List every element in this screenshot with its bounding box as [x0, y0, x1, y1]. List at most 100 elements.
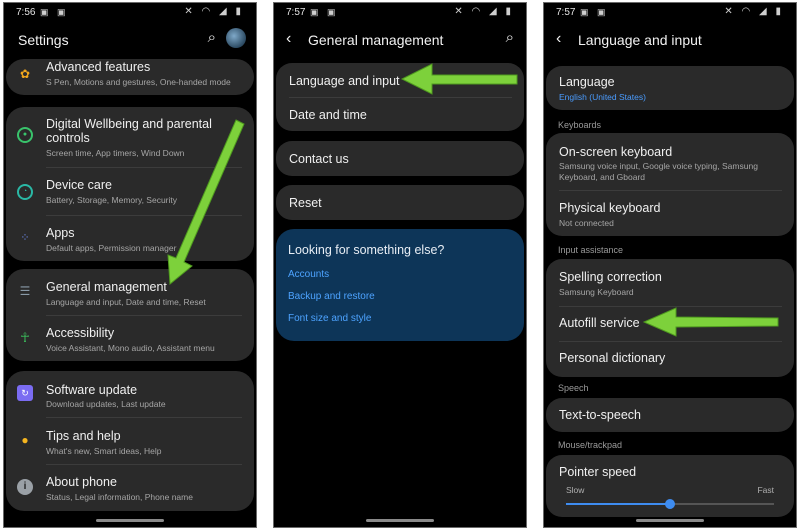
general-item-label: Reset	[289, 196, 322, 210]
settings-item-title: Digital Wellbeing and parental	[46, 117, 212, 131]
general-item-language-input[interactable]: Language and input	[276, 63, 524, 97]
settings-item-advanced-features[interactable]: ✿ Advanced features S Pen, Motions and g…	[6, 59, 254, 95]
app-bar: ‹ Language and input	[544, 25, 796, 55]
link-backup-restore[interactable]: Backup and restore	[288, 291, 375, 302]
settings-item-subtitle: Screen time, App timers, Wind Down	[46, 148, 185, 158]
settings-card-about: ↻ Software update Download updates, Last…	[6, 371, 254, 511]
item-subtitle: Samsung voice input, Google voice typing…	[559, 161, 758, 171]
item-title: Text-to-speech	[559, 408, 641, 422]
settings-item-subtitle: Language and input, Date and time, Reset	[46, 297, 206, 307]
status-bar: 7:57 ▣ ▣ ✕ ◠ ◢ ▮	[274, 3, 526, 23]
looking-heading: Looking for something else?	[288, 243, 445, 257]
slider-slow-label: Slow	[566, 485, 585, 495]
settings-screen: 7:56 ▣ ▣ ✕ ◠ ◢ ▮ Settings ⌕ ✿ Advanced f…	[3, 2, 257, 528]
bulb-icon: ●	[21, 433, 29, 447]
item-personal-dictionary[interactable]: Personal dictionary	[546, 342, 794, 377]
status-bar: 7:56 ▣ ▣ ✕ ◠ ◢ ▮	[4, 3, 256, 23]
avatar[interactable]	[226, 28, 246, 48]
section-keyboards: Keyboards	[558, 120, 602, 130]
item-subtitle: Not connected	[559, 218, 614, 228]
accessibility-icon: ☥	[20, 330, 30, 345]
settings-item-about-phone[interactable]: i About phone Status, Legal information,…	[6, 465, 254, 511]
device-care-icon: ◔	[17, 184, 33, 200]
info-icon: i	[17, 479, 33, 495]
search-icon[interactable]: ⌕	[208, 29, 216, 46]
settings-item-subtitle: Voice Assistant, Mono audio, Assistant m…	[46, 343, 215, 353]
settings-item-title-line2: controls	[46, 131, 90, 145]
looking-for-something-card: Looking for something else? Accounts Bac…	[276, 229, 524, 341]
slider-fast-label: Fast	[757, 485, 774, 495]
pointer-speed-title: Pointer speed	[559, 465, 637, 479]
app-bar: ‹ General management ⌕	[274, 25, 526, 55]
notification-icons: ▣ ▣	[40, 7, 69, 17]
item-title: Spelling correction	[559, 270, 662, 284]
settings-item-accessibility[interactable]: ☥ Accessibility Voice Assistant, Mono au…	[6, 316, 254, 361]
section-input-assistance: Input assistance	[558, 245, 624, 255]
settings-item-title: Tips and help	[46, 429, 121, 443]
settings-item-subtitle: Default apps, Permission manager	[46, 243, 177, 253]
settings-item-general-management[interactable]: ☰ General management Language and input,…	[6, 269, 254, 315]
section-mouse-trackpad: Mouse/trackpad	[558, 440, 623, 450]
settings-item-device-care[interactable]: ◔ Device care Battery, Storage, Memory, …	[6, 168, 254, 214]
settings-item-title: General management	[46, 280, 167, 294]
pointer-speed-slider[interactable]	[566, 499, 774, 509]
item-autofill-service[interactable]: Autofill service	[546, 307, 794, 341]
wellbeing-icon: ●	[17, 127, 33, 143]
general-item-label: Date and time	[289, 108, 367, 122]
home-indicator[interactable]	[366, 519, 434, 522]
status-time: 7:57	[556, 7, 576, 18]
slider-handle[interactable]	[665, 499, 675, 509]
item-physical-keyboard[interactable]: Physical keyboard Not connected	[546, 191, 794, 236]
notification-icons: ▣ ▣	[580, 7, 609, 17]
settings-item-subtitle: Download updates, Last update	[46, 399, 166, 409]
link-accounts[interactable]: Accounts	[288, 269, 329, 280]
status-bar: 7:57 ▣ ▣ ✕ ◠ ◢ ▮	[544, 3, 796, 23]
app-bar: Settings ⌕	[4, 25, 256, 55]
status-time: 7:57	[286, 7, 306, 18]
system-status-icons: ✕ ◠ ◢ ▮	[454, 6, 514, 17]
back-arrow-icon[interactable]: ‹	[556, 30, 561, 48]
input-assistance-card: Spelling correction Samsung Keyboard Aut…	[546, 259, 794, 377]
item-subtitle: Samsung Keyboard	[559, 287, 634, 297]
settings-item-software-update[interactable]: ↻ Software update Download updates, Last…	[6, 371, 254, 417]
item-spelling-correction[interactable]: Spelling correction Samsung Keyboard	[546, 259, 794, 305]
home-indicator[interactable]	[96, 519, 164, 522]
general-item-date-time[interactable]: Date and time	[276, 98, 524, 131]
system-status-icons: ✕ ◠ ◢ ▮	[724, 6, 784, 17]
language-item-language[interactable]: Language English (United States)	[546, 66, 794, 110]
section-speech: Speech	[558, 383, 589, 393]
settings-item-title: Software update	[46, 383, 138, 397]
home-indicator[interactable]	[636, 519, 704, 522]
search-icon[interactable]: ⌕	[506, 29, 514, 46]
settings-item-tips[interactable]: ● Tips and help What's new, Smart ideas,…	[6, 418, 254, 464]
settings-item-title: Apps	[46, 226, 75, 240]
general-management-screen: 7:57 ▣ ▣ ✕ ◠ ◢ ▮ ‹ General management ⌕ …	[273, 2, 527, 528]
pointer-speed-card: Pointer speed Slow Fast	[546, 455, 794, 517]
general-item-contact-us[interactable]: Contact us	[276, 141, 524, 176]
settings-item-subtitle: Status, Legal information, Phone name	[46, 492, 193, 502]
settings-item-apps[interactable]: ⁘ Apps Default apps, Permission manager	[6, 216, 254, 260]
page-title: Settings	[18, 32, 69, 48]
settings-item-subtitle: S Pen, Motions and gestures, One-handed …	[46, 77, 231, 87]
item-onscreen-keyboard[interactable]: On-screen keyboard Samsung voice input, …	[546, 133, 794, 189]
page-title: General management	[308, 32, 444, 48]
gear-icon: ✿	[19, 67, 31, 81]
settings-item-digital-wellbeing[interactable]: ● Digital Wellbeing and parental control…	[6, 107, 254, 161]
settings-item-subtitle: What's new, Smart ideas, Help	[46, 446, 162, 456]
item-title: Personal dictionary	[559, 351, 666, 365]
item-title: On-screen keyboard	[559, 145, 673, 159]
settings-item-title: Advanced features	[46, 60, 151, 74]
settings-item-title: Accessibility	[46, 326, 115, 340]
general-item-reset[interactable]: Reset	[276, 185, 524, 220]
item-text-to-speech[interactable]: Text-to-speech	[546, 398, 794, 432]
notification-icons: ▣ ▣	[310, 7, 339, 17]
item-title: Physical keyboard	[559, 201, 661, 215]
link-font-size-style[interactable]: Font size and style	[288, 313, 371, 324]
page-title: Language and input	[578, 32, 702, 48]
language-value: English (United States)	[559, 92, 646, 102]
back-arrow-icon[interactable]: ‹	[286, 30, 291, 48]
settings-item-subtitle: Battery, Storage, Memory, Security	[46, 195, 178, 205]
slider-fill	[566, 503, 670, 505]
settings-item-title: About phone	[46, 475, 117, 489]
sliders-icon: ☰	[19, 284, 31, 298]
